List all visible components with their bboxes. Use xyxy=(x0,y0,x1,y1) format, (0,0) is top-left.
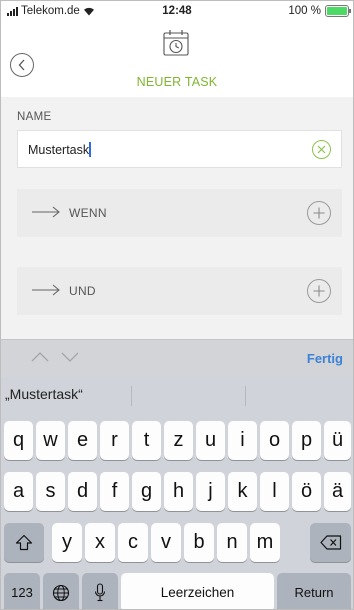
numbers-key[interactable]: 123 xyxy=(4,573,40,609)
page-title: NEUER TASK xyxy=(136,75,218,89)
plus-circle-icon xyxy=(313,207,325,219)
name-input-value[interactable]: Mustertask xyxy=(28,142,91,157)
back-button[interactable] xyxy=(10,53,34,77)
backspace-key[interactable] xyxy=(310,523,351,562)
key-w[interactable]: w xyxy=(36,421,65,460)
key-q[interactable]: q xyxy=(4,421,33,460)
key-b[interactable]: b xyxy=(184,523,214,562)
plus-circle-icon xyxy=(313,285,325,297)
space-key[interactable]: Leerzeichen xyxy=(121,573,274,609)
key-z[interactable]: z xyxy=(164,421,193,460)
key-a[interactable]: a xyxy=(4,472,33,511)
key-y[interactable]: y xyxy=(52,523,82,562)
key-c[interactable]: c xyxy=(118,523,148,562)
chevron-left-circle-icon xyxy=(18,59,25,71)
suggestion-divider xyxy=(245,386,246,406)
text-cursor xyxy=(89,142,91,157)
chevron-down-icon[interactable] xyxy=(61,352,79,362)
name-label: NAME xyxy=(17,111,52,123)
key-j[interactable]: j xyxy=(196,472,225,511)
key-x[interactable]: x xyxy=(85,523,115,562)
key-i[interactable]: i xyxy=(228,421,257,460)
key-e[interactable]: e xyxy=(68,421,97,460)
return-key[interactable]: Return xyxy=(277,573,351,609)
phone-screen: Telekom.de 12:48 100 % NEUER TASK NAME M… xyxy=(0,0,354,610)
arrow-right-icon xyxy=(32,206,60,218)
condition-row-wenn[interactable]: WENN xyxy=(17,189,342,237)
key-oe[interactable]: ö xyxy=(292,472,321,511)
name-input[interactable]: Mustertask xyxy=(17,130,342,168)
microphone-icon xyxy=(94,583,106,602)
keyboard: „Mustertask“ q w e r t z u i o p ü a s d… xyxy=(1,377,353,609)
key-f[interactable]: f xyxy=(100,472,129,511)
key-ue[interactable]: ü xyxy=(324,421,351,460)
key-p[interactable]: p xyxy=(292,421,321,460)
key-m[interactable]: m xyxy=(250,523,280,562)
done-button[interactable]: Fertig xyxy=(307,351,343,366)
clear-circle-icon xyxy=(317,145,326,154)
arrow-right-icon xyxy=(32,284,60,296)
battery-icon xyxy=(325,5,351,17)
status-bar: Telekom.de 12:48 100 % xyxy=(1,1,353,23)
chevron-up-icon[interactable] xyxy=(31,352,49,362)
add-condition-button[interactable] xyxy=(307,279,331,303)
dictation-key[interactable] xyxy=(82,573,118,609)
key-h[interactable]: h xyxy=(164,472,193,511)
key-n[interactable]: n xyxy=(217,523,247,562)
nav-header: NEUER TASK xyxy=(1,23,353,97)
key-s[interactable]: s xyxy=(36,472,65,511)
battery-percent: 100 % xyxy=(288,5,321,17)
calendar-clock-icon xyxy=(163,30,189,56)
key-l[interactable]: l xyxy=(260,472,289,511)
suggestion-bar: „Mustertask“ xyxy=(1,377,353,413)
condition-row-und[interactable]: UND xyxy=(17,267,342,315)
shift-icon xyxy=(15,534,33,551)
key-k[interactable]: k xyxy=(228,472,257,511)
shift-key[interactable] xyxy=(4,523,44,562)
suggestion-divider xyxy=(131,386,132,406)
key-g[interactable]: g xyxy=(132,472,161,511)
task-form: NAME Mustertask WENN UND xyxy=(1,97,353,339)
suggestion-item[interactable]: „Mustertask“ xyxy=(5,386,83,402)
condition-label: UND xyxy=(69,284,96,298)
key-u[interactable]: u xyxy=(196,421,225,460)
key-ae[interactable]: ä xyxy=(324,472,351,511)
add-condition-button[interactable] xyxy=(307,201,331,225)
key-r[interactable]: r xyxy=(100,421,129,460)
clear-button[interactable] xyxy=(312,140,331,159)
battery-info: 100 % xyxy=(288,5,351,17)
globe-key[interactable] xyxy=(43,573,79,609)
backspace-icon xyxy=(319,535,341,550)
condition-label: WENN xyxy=(69,206,107,220)
key-t[interactable]: t xyxy=(132,421,161,460)
globe-icon xyxy=(52,584,70,601)
keyboard-accessory-bar: Fertig xyxy=(1,339,353,377)
key-o[interactable]: o xyxy=(260,421,289,460)
key-v[interactable]: v xyxy=(151,523,181,562)
key-d[interactable]: d xyxy=(68,472,97,511)
